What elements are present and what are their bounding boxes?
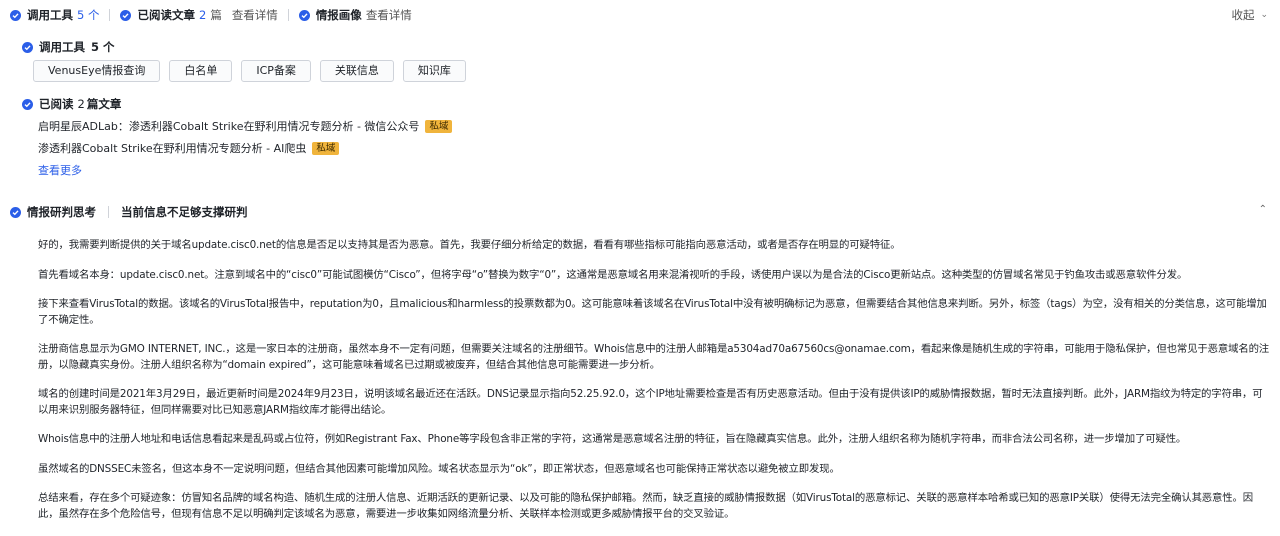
thinking-header[interactable]: 情报研判思考 当前信息不足够支撑研判 [10, 205, 248, 219]
thinking-paragraph: Whois信息中的注册人地址和电话信息看起来是乱码或占位符，例如Registra… [38, 433, 1187, 445]
collapse-label: 收起 [1231, 8, 1255, 22]
thinking-paragraph: 虽然域名的DNSSEC未签名，但这本身不一定说明问题，但结合其他因素可能增加风险… [38, 462, 840, 475]
thinking-content: 好的，我需要判断提供的关于域名update.cisc0.net的信息是否足以支持… [38, 238, 1270, 536]
article-item[interactable]: 启明星辰ADLab：渗透利器Cobalt Strike在野利用情况专题分析 - … [38, 119, 453, 133]
read-summary: 已阅读文章 2 篇 查看详情 [120, 7, 278, 23]
divider [108, 206, 109, 218]
tools-section-title: 调用工具 5 个 [22, 39, 115, 55]
tool-chip-venuseye[interactable]: VenusEye情报查询 [33, 60, 161, 82]
private-domain-badge: 私域 [425, 119, 453, 133]
tool-chip-knowledge-base[interactable]: 知识库 [402, 60, 466, 82]
read-section-prefix: 已阅读 [39, 97, 74, 111]
thinking-status: 当前信息不足够支撑研判 [121, 205, 248, 219]
thinking-paragraph: 域名的创建时间是2021年3月29日，最近更新时间是2024年9月23日，说明该… [38, 388, 1263, 416]
check-circle-icon [298, 9, 310, 21]
thinking-title: 情报研判思考 [27, 205, 96, 219]
thinking-paragraph: 总结来看，存在多个可疑迹象：仿冒知名品牌的域名构造、随机生成的注册人信息、近期活… [38, 492, 1254, 520]
article-list: 启明星辰ADLab：渗透利器Cobalt Strike在野利用情况专题分析 - … [38, 119, 453, 178]
read-section-title: 已阅读 2 篇文章 [22, 96, 121, 112]
thinking-paragraph: 注册商信息显示为GMO INTERNET, INC.，这是一家日本的注册商，虽然… [38, 343, 1270, 371]
article-title: 启明星辰ADLab：渗透利器Cobalt Strike在野利用情况专题分析 - … [38, 120, 420, 133]
article-item[interactable]: 渗透利器Cobalt Strike在野利用情况专题分析 - AI爬虫 私域 [38, 141, 452, 155]
profile-summary-label: 情报画像 [315, 8, 362, 22]
tools-summary-count: 5 个 [77, 8, 100, 22]
see-more-link[interactable]: 查看更多 [38, 162, 452, 178]
tools-section-label: 调用工具 [39, 40, 85, 54]
read-detail-link[interactable]: 查看详情 [232, 7, 278, 23]
thinking-paragraph: 好的，我需要判断提供的关于域名update.cisc0.net的信息是否足以支持… [38, 239, 901, 251]
tool-chip-related-info[interactable]: 关联信息 [319, 60, 394, 82]
check-circle-icon [10, 206, 21, 218]
summary-bar: 调用工具 5 个 已阅读文章 2 篇 查看详情 情报画像 查看详情 [10, 7, 412, 23]
thinking-paragraph: 接下来查看VirusTotal的数据。该域名的VirusTotal报告中，rep… [38, 298, 1267, 326]
tool-chip-icp[interactable]: ICP备案 [241, 60, 311, 82]
collapse-button[interactable]: 收起 ⌄ [1231, 7, 1268, 23]
check-circle-icon [120, 9, 132, 21]
read-summary-count: 2 [198, 8, 207, 22]
chevron-down-icon: ⌄ [1260, 10, 1268, 20]
tools-summary[interactable]: 调用工具 5 个 [10, 7, 99, 23]
read-section-count: 2 [77, 97, 85, 111]
article-title: 渗透利器Cobalt Strike在野利用情况专题分析 - AI爬虫 [38, 142, 307, 155]
read-summary-label: 已阅读文章 [137, 8, 195, 22]
profile-detail-link[interactable]: 查看详情 [366, 7, 412, 23]
check-circle-icon [10, 9, 21, 21]
check-circle-icon [22, 98, 33, 110]
profile-summary: 情报画像 查看详情 [298, 7, 412, 23]
read-summary-unit: 篇 [210, 8, 222, 22]
tools-summary-label: 调用工具 [27, 8, 73, 22]
tools-list: VenusEye情报查询 白名单 ICP备案 关联信息 知识库 [33, 60, 466, 82]
private-domain-badge: 私域 [312, 141, 340, 155]
divider [109, 9, 111, 21]
tools-section-count: 5 个 [91, 40, 115, 54]
thinking-paragraph: 首先看域名本身：update.cisc0.net。注意到域名中的“cisc0”可… [38, 268, 1188, 281]
divider [287, 9, 289, 21]
check-circle-icon [22, 41, 33, 53]
tool-chip-whitelist[interactable]: 白名单 [169, 60, 233, 82]
read-section-suffix: 篇文章 [86, 97, 122, 111]
chevron-up-icon[interactable]: ⌃ [1259, 204, 1267, 215]
